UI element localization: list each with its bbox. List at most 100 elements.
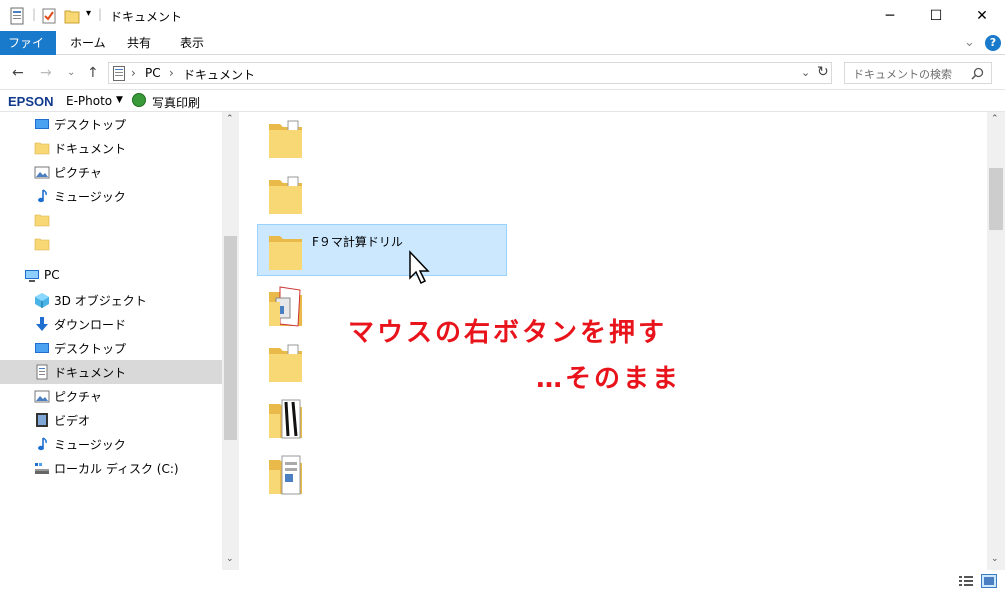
chevron-down-icon[interactable]: ▼: [116, 95, 123, 105]
sidebar-item[interactable]: ローカル ディスク (C:): [0, 456, 222, 480]
tab-view[interactable]: 表示: [170, 31, 214, 55]
new-folder-icon[interactable]: [64, 7, 80, 25]
scroll-up-icon[interactable]: ⌃: [991, 114, 999, 124]
folder-icon[interactable]: [266, 452, 306, 496]
sidebar-item[interactable]: PC: [0, 264, 222, 288]
close-button[interactable]: ✕: [959, 0, 1005, 31]
epson-toolbar: EPSON E-Photo ▼ 写真印刷: [0, 90, 1005, 112]
content-scroll-thumb[interactable]: [989, 168, 1003, 230]
sidebar-item-label: ローカル ディスク (C:): [54, 462, 179, 476]
sidebar-item[interactable]: デスクトップ: [0, 112, 222, 136]
tab-file[interactable]: ファイル: [0, 31, 56, 74]
photo-print-button[interactable]: 写真印刷: [152, 94, 200, 111]
breadcrumb-pc[interactable]: PC: [145, 66, 161, 80]
sidebar-item-unnamed[interactable]: [0, 232, 222, 256]
sidebar-item-unnamed[interactable]: [0, 208, 222, 232]
epson-logo: EPSON: [8, 94, 54, 109]
sidebar-item[interactable]: ダウンロード: [0, 312, 222, 336]
minimize-button[interactable]: ─: [867, 0, 913, 31]
sidebar-item[interactable]: ビデオ: [0, 408, 222, 432]
tab-share[interactable]: 共有: [117, 31, 161, 55]
checklist-icon[interactable]: [42, 7, 56, 25]
breadcrumb-separator-icon: ›: [169, 66, 174, 80]
maximize-button[interactable]: ☐: [913, 0, 959, 31]
folder-icon: [34, 238, 50, 251]
details-view-icon[interactable]: [958, 575, 974, 588]
window-title: ドキュメント: [110, 10, 183, 24]
help-icon[interactable]: ?: [985, 35, 1001, 51]
forward-icon[interactable]: →: [40, 65, 52, 81]
sidebar-item[interactable]: ミュージック: [0, 184, 222, 208]
sidebar-item[interactable]: ミュージック: [0, 432, 222, 456]
folder-icon[interactable]: [266, 284, 306, 328]
back-icon[interactable]: ←: [12, 65, 24, 81]
video-icon: [36, 413, 48, 427]
music-icon: [38, 189, 47, 203]
address-dropdown-icon[interactable]: ⌄: [801, 66, 810, 79]
sidebar-item-label: ドキュメント: [54, 366, 127, 380]
sidebar-item-label: ダウンロード: [54, 318, 127, 332]
ribbon-expand-icon[interactable]: ⌄: [964, 35, 975, 50]
annotation-line-1: マウスの右ボタンを押す: [348, 318, 668, 348]
folder-icon[interactable]: [266, 228, 306, 272]
tab-home[interactable]: ホーム: [60, 31, 116, 55]
nav-scroll-thumb[interactable]: [224, 236, 237, 440]
properties-icon[interactable]: [10, 7, 24, 25]
sidebar-item-label: ピクチャ: [54, 390, 102, 404]
pictures-icon: [34, 390, 50, 403]
epson-app-dropdown[interactable]: E-Photo: [66, 94, 112, 108]
title-bar: | ▾ | ドキュメント ─ ☐ ✕: [0, 0, 1005, 31]
sidebar-item-label: ミュージック: [54, 438, 126, 452]
refresh-icon[interactable]: ↻: [817, 64, 829, 80]
pc-icon: [25, 270, 39, 282]
selected-folder-name[interactable]: F９マ計算ドリル: [312, 233, 403, 250]
large-icons-view-icon[interactable]: [981, 574, 997, 588]
scroll-down-icon[interactable]: ⌄: [991, 554, 999, 564]
sidebar-item[interactable]: ドキュメント: [0, 360, 222, 384]
search-icon[interactable]: [971, 67, 984, 80]
sidebar-item-label: ドキュメント: [54, 142, 127, 156]
scroll-down-icon[interactable]: ⌄: [226, 554, 234, 564]
sidebar-item-label: 3D オブジェクト: [54, 294, 147, 308]
sidebar-item[interactable]: ドキュメント: [0, 136, 222, 160]
qa-dropdown-icon[interactable]: ▾: [86, 8, 91, 19]
search-placeholder: ドキュメントの検索: [853, 68, 952, 81]
mouse-cursor-icon: [409, 250, 430, 285]
sidebar-item-label: PC: [44, 268, 60, 282]
annotation-line-2: …そのまま: [536, 364, 682, 394]
folder-icon[interactable]: [266, 340, 306, 384]
sidebar-item-label: デスクトップ: [54, 342, 127, 356]
documents-icon: [36, 364, 48, 380]
address-bar[interactable]: › PC › ドキュメント ⌄ ↻: [108, 62, 832, 84]
sidebar-item[interactable]: ピクチャ: [0, 384, 222, 408]
folder-icon: [34, 214, 50, 227]
folder-icon: [34, 142, 50, 155]
recent-dropdown-icon[interactable]: ⌄: [67, 67, 75, 78]
navigation-pane: デスクトップ ドキュメント ピクチャ ミュージック PC 3D オブジェクト ダウンロードデ…: [0, 112, 240, 570]
desktop-icon: [35, 119, 49, 129]
qa-divider: |: [98, 7, 103, 21]
scroll-up-icon[interactable]: ⌃: [226, 114, 234, 124]
sidebar-item[interactable]: デスクトップ: [0, 336, 222, 360]
folder-icon[interactable]: [266, 172, 306, 216]
sidebar-item[interactable]: 3D オブジェクト: [0, 288, 222, 312]
ribbon-tabs: ファイル ホーム 共有 表示 ⌄ ?: [0, 31, 1005, 74]
folder-icon[interactable]: [266, 396, 306, 440]
sidebar-item-label: デスクトップ: [54, 118, 127, 132]
music-icon: [38, 437, 47, 451]
breadcrumb-separator-icon: ›: [131, 66, 136, 80]
sidebar-item-label: ミュージック: [54, 190, 126, 204]
sidebar-item[interactable]: ピクチャ: [0, 160, 222, 184]
pictures-icon: [34, 166, 50, 179]
status-bar: [0, 570, 1005, 594]
documents-icon: [113, 66, 125, 81]
sidebar-item-label: ビデオ: [54, 414, 91, 428]
up-icon[interactable]: ↑: [87, 65, 99, 81]
3d-objects-icon: [35, 293, 49, 308]
photo-print-icon[interactable]: [132, 93, 146, 107]
breadcrumb-documents[interactable]: ドキュメント: [183, 66, 255, 83]
search-input[interactable]: ドキュメントの検索: [844, 62, 992, 84]
folder-icon[interactable]: [266, 116, 306, 160]
download-icon: [36, 317, 48, 331]
drive-icon: [35, 463, 49, 474]
